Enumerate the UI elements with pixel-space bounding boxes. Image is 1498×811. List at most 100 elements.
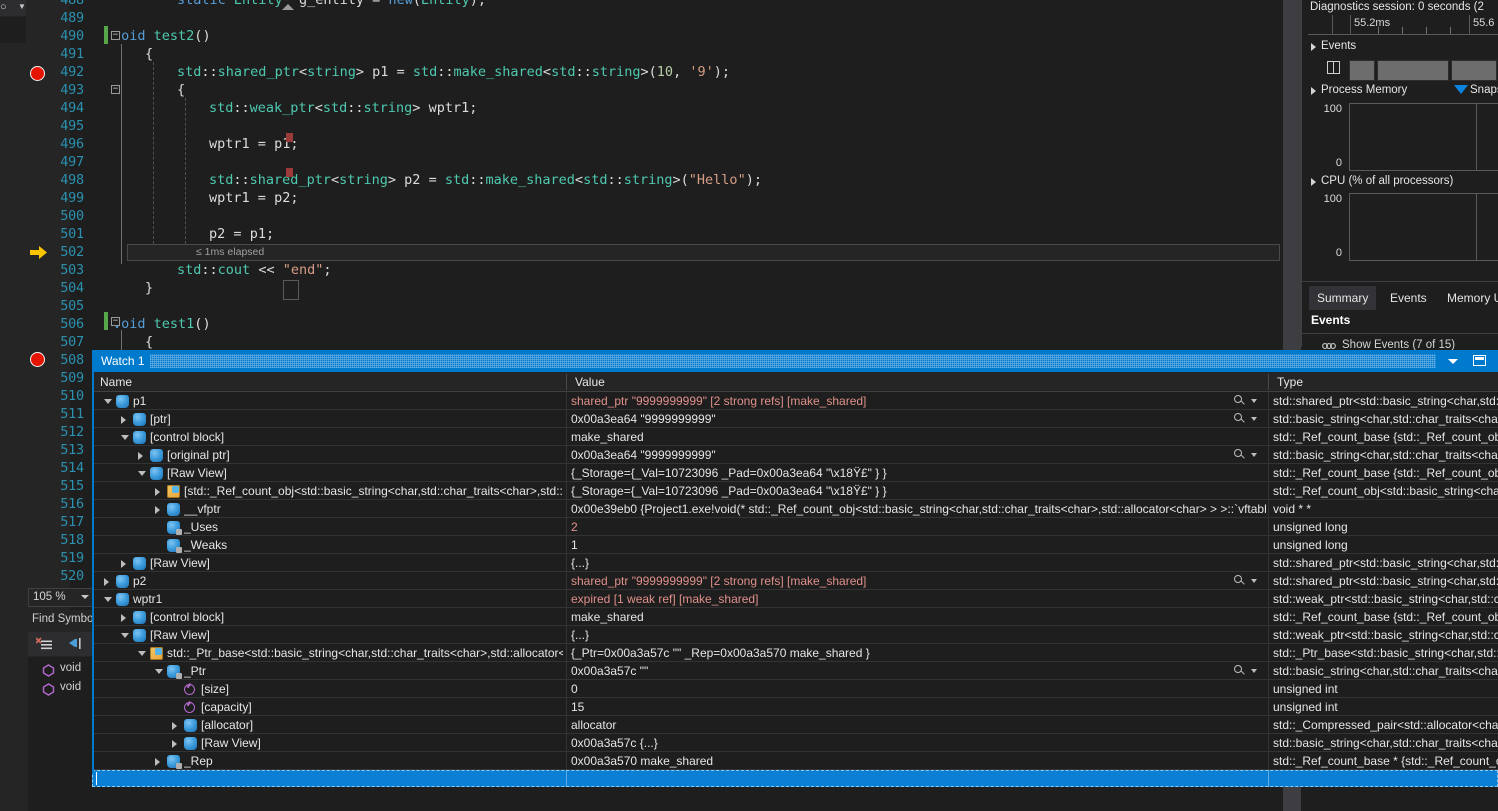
watch-expression-value[interactable]: {_Storage={_Val=10723096 _Pad=0x00a3ea64… [567, 464, 1267, 482]
column-header-value[interactable]: Value [567, 372, 1269, 392]
clear-results-icon[interactable] [36, 637, 52, 651]
find-symbol-result[interactable]: void [60, 681, 81, 693]
code-line[interactable]: { [145, 333, 153, 351]
watch-expression-name[interactable]: [allocator] [201, 716, 563, 734]
table-row[interactable]: [std::_Ref_count_obj<std::basic_string<c… [92, 482, 1498, 500]
table-row[interactable]: p2 shared_ptr "9999999999" [2 strong refs… [92, 572, 1498, 590]
column-divider[interactable] [566, 374, 567, 390]
visualizer-dropdown-icon[interactable] [1251, 399, 1257, 403]
watch-expression-value[interactable]: shared_ptr "9999999999" [2 strong refs] … [567, 572, 1267, 590]
code-line[interactable]: void test1() [113, 315, 211, 333]
watch-expression-value[interactable]: shared_ptr "9999999999" [2 strong refs] … [567, 392, 1267, 410]
watch-expression-name[interactable]: _Weaks [184, 536, 563, 554]
visualizer-dropdown-icon[interactable] [1251, 669, 1257, 673]
visualizer-magnifier-icon[interactable] [1234, 395, 1245, 406]
watch-expression-value[interactable]: 0x00a3a570 make_shared [567, 752, 1267, 770]
outlining-collapse-icon[interactable]: − [111, 317, 120, 326]
watch-expression-name[interactable]: std::_Ptr_base<std::basic_string<char,st… [167, 644, 563, 662]
table-row[interactable]: _Weaks 1 unsigned long [92, 536, 1498, 554]
window-menu-chevron-icon[interactable] [1448, 359, 1458, 364]
watch-expression-value[interactable]: make_shared [567, 608, 1267, 626]
watch-expression-value[interactable]: {_Storage={_Val=10723096 _Pad=0x00a3ea64… [567, 482, 1267, 500]
code-line[interactable]: wptr1 = p2; [209, 189, 298, 207]
code-line[interactable]: { [177, 81, 185, 99]
tab-events[interactable]: Events [1382, 286, 1435, 310]
expand-triangle-icon[interactable] [172, 722, 177, 730]
table-row[interactable]: [Raw View] 0x00a3a57c {...} std::basic_str… [92, 734, 1498, 752]
visualizer-dropdown-icon[interactable] [1251, 579, 1257, 583]
watch-expression-name[interactable]: _Uses [184, 518, 563, 536]
find-symbol-toolbar[interactable] [28, 632, 94, 673]
go-to-previous-icon[interactable] [68, 637, 83, 651]
visualizer-magnifier-icon[interactable] [1234, 575, 1245, 586]
watch-expression-name[interactable]: p1 [133, 392, 563, 410]
new-watch-expression-row[interactable] [92, 770, 1498, 787]
table-row[interactable]: [capacity] 15 unsigned int [92, 698, 1498, 716]
watch-expression-name[interactable]: [control block] [150, 608, 563, 626]
visualizer-dropdown-icon[interactable] [1251, 417, 1257, 421]
breakpoint-marker[interactable] [30, 352, 45, 367]
visualizer-magnifier-icon[interactable] [1234, 665, 1245, 676]
collapse-triangle-icon[interactable] [121, 633, 129, 638]
watch-expression-name[interactable]: [Raw View] [150, 626, 563, 644]
watch-expression-value[interactable]: 0x00a3ea64 "9999999999" [567, 410, 1267, 428]
titlebar-drag-handle[interactable] [150, 354, 1436, 368]
watch-expression-value[interactable]: make_shared [567, 428, 1267, 446]
watch-expression-value[interactable]: 0x00e39eb0 {Project1.exe!void(* std::_Re… [567, 500, 1267, 518]
table-row[interactable]: [size] 0 unsigned int [92, 680, 1498, 698]
table-row[interactable]: wptr1 expired [1 weak ref] [make_shared] s… [92, 590, 1498, 608]
watch-expression-name[interactable]: [Raw View] [150, 554, 563, 572]
code-line[interactable]: } [145, 279, 153, 297]
scroll-up-arrow-icon[interactable] [282, 4, 294, 10]
collapse-triangle-icon[interactable] [138, 651, 146, 656]
watch-expression-name[interactable]: [original ptr] [167, 446, 563, 464]
diagnostics-tab-strip[interactable]: Summary Events Memory Usa [1309, 286, 1498, 310]
expand-triangle-icon[interactable] [138, 452, 143, 460]
watch-expression-name[interactable]: [ptr] [150, 410, 563, 428]
expand-triangle-icon[interactable] [104, 578, 109, 586]
outlining-collapse-icon[interactable]: − [111, 31, 120, 40]
events-track-segment[interactable] [1451, 60, 1497, 81]
watch-expression-value[interactable]: expired [1 weak ref] [make_shared] [567, 590, 1267, 608]
events-collapse-icon[interactable] [1311, 43, 1316, 51]
watch-expression-value[interactable]: 1 [567, 536, 1267, 554]
expand-triangle-icon[interactable] [121, 560, 126, 568]
watch-expression-name[interactable]: _Rep [184, 752, 563, 770]
table-row[interactable]: [Raw View] {_Storage={_Val=10723096 _Pad=… [92, 464, 1498, 482]
table-row[interactable]: [ptr] 0x00a3ea64 "9999999999" std::basic_s… [92, 410, 1498, 428]
find-symbol-results-panel[interactable]: Find Symbo void void [28, 610, 94, 811]
window-restore-icon[interactable] [1473, 355, 1486, 366]
watch-expression-value[interactable]: 0 [567, 680, 1267, 698]
column-header-type[interactable]: Type [1269, 372, 1498, 392]
column-header-name[interactable]: Name [92, 372, 567, 392]
collapse-triangle-icon[interactable] [138, 471, 146, 476]
visualizer-magnifier-icon[interactable] [1234, 449, 1245, 460]
watch-window-titlebar[interactable]: Watch 1 [92, 350, 1498, 372]
table-row[interactable]: [control block] make_shared std::_Ref_coun… [92, 428, 1498, 446]
column-divider[interactable] [1268, 374, 1269, 390]
collapse-triangle-icon[interactable] [104, 399, 112, 404]
table-row[interactable]: _Uses 2 unsigned long [92, 518, 1498, 536]
watch-expression-name[interactable]: [control block] [150, 428, 563, 446]
collapse-triangle-icon[interactable] [121, 435, 129, 440]
table-row[interactable]: [Raw View] {...} std::weak_ptr<std::basic_… [92, 626, 1498, 644]
watch-expression-value[interactable]: {_Ptr=0x00a3a57c "" _Rep=0x00a3a570 make… [567, 644, 1267, 662]
watch-expression-value[interactable]: allocator [567, 716, 1267, 734]
watch-grid[interactable]: Name Value Type p1 shared_ptr "9999999999… [92, 372, 1498, 787]
watch-expression-value[interactable]: 0x00a3a57c {...} [567, 734, 1267, 752]
expand-triangle-icon[interactable] [155, 506, 160, 514]
watch-expression-name[interactable]: [size] [201, 680, 563, 698]
snapshot-marker-icon[interactable] [1454, 85, 1468, 94]
events-track-segment[interactable] [1377, 60, 1449, 81]
watch-grid-header[interactable]: Name Value Type [92, 372, 1498, 392]
expand-triangle-icon[interactable] [155, 758, 160, 766]
code-line[interactable]: std::weak_ptr<std::string> wptr1; [209, 99, 477, 117]
expand-triangle-icon[interactable] [172, 740, 177, 748]
breakpoint-marker[interactable] [30, 66, 45, 81]
watch-expression-value[interactable]: 2 [567, 518, 1267, 536]
expand-triangle-icon[interactable] [155, 488, 160, 496]
watch-expression-name[interactable]: __vfptr [184, 500, 563, 518]
table-row[interactable]: [original ptr] 0x00a3ea64 "9999999999" std… [92, 446, 1498, 464]
table-row[interactable]: __vfptr 0x00e39eb0 {Project1.exe!void(* s… [92, 500, 1498, 518]
watch-1-window[interactable]: Watch 1 Name Value Type p1 shared_ptr "99… [92, 350, 1498, 787]
